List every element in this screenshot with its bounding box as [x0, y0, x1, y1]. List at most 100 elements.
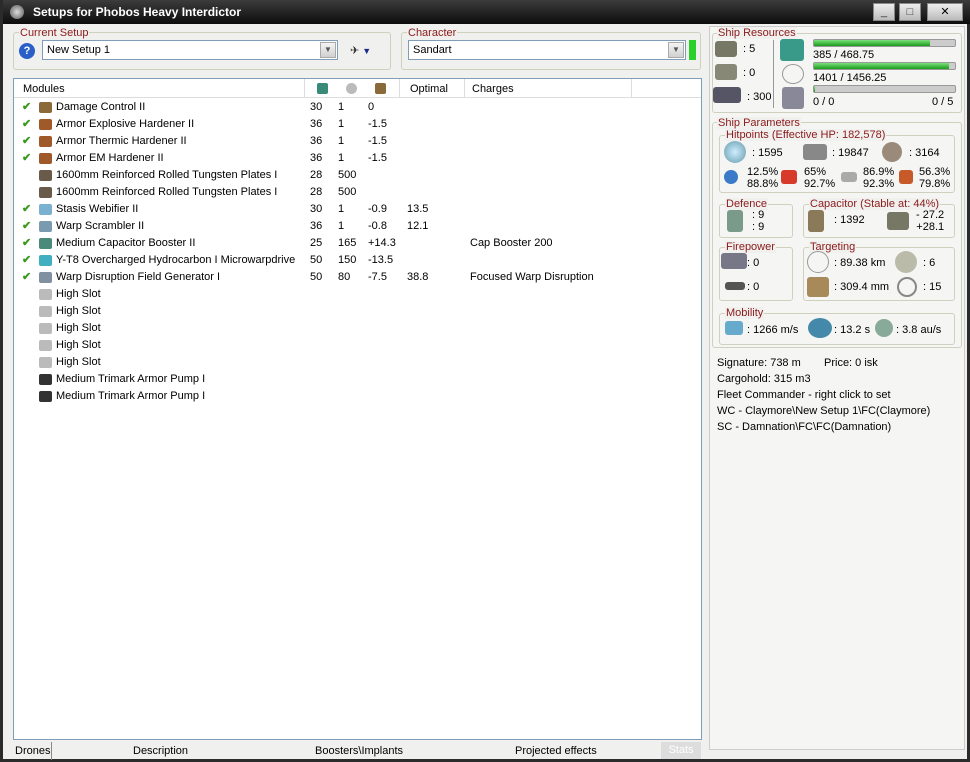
active-check-icon[interactable]: ✔ — [22, 269, 31, 286]
module-row[interactable]: High Slot — [14, 286, 701, 303]
module-icon — [39, 340, 52, 351]
module-icon — [39, 323, 52, 334]
active-check-icon[interactable]: ✔ — [22, 235, 31, 252]
missile-dps: : 0 — [747, 281, 760, 293]
powergrid-value: 1401 / 1456.25 — [813, 72, 887, 84]
module-row[interactable]: ✔ Medium Capacitor Booster II 25 165 +14.3 Ca… — [14, 235, 701, 252]
tab-description[interactable]: Description — [133, 745, 188, 757]
calibration-icon — [713, 87, 741, 103]
active-check-icon[interactable]: ✔ — [22, 116, 31, 133]
module-cpu: 36 — [310, 118, 323, 130]
module-row[interactable]: ✔ Damage Control II 30 1 0 — [14, 99, 701, 116]
module-row[interactable]: High Slot — [14, 320, 701, 337]
powergrid-column-icon[interactable] — [346, 83, 357, 94]
active-check-icon[interactable]: ✔ — [22, 201, 31, 218]
signature-radius: Signature: 738 m — [717, 357, 801, 369]
squad-commander[interactable]: SC - Damnation\FC\FC(Damnation) — [717, 421, 891, 433]
col-charges[interactable]: Charges — [472, 83, 514, 95]
module-row[interactable]: ✔ Armor Explosive Hardener II 36 1 -1.5 — [14, 116, 701, 133]
modules-list[interactable]: Modules Optimal Charges ✔ Damage Control … — [13, 78, 702, 740]
setup-select[interactable]: New Setup 1 ▼ — [42, 40, 338, 60]
module-cpu: 30 — [310, 203, 323, 215]
chevron-down-icon[interactable]: ▼ — [320, 42, 336, 58]
module-icon — [39, 119, 52, 130]
powergrid-icon — [782, 64, 804, 84]
module-row[interactable]: ✔ Stasis Webifier II 30 1 -0.9 13.5 — [14, 201, 701, 218]
velocity-icon — [725, 321, 743, 335]
module-name: Warp Disruption Field Generator I — [56, 271, 221, 283]
chevron-down-icon[interactable]: ▼ — [668, 42, 684, 58]
module-row[interactable]: ✔ Armor EM Hardener II 36 1 -1.5 — [14, 150, 701, 167]
active-check-icon[interactable]: ✔ — [22, 218, 31, 235]
fleet-commander[interactable]: Fleet Commander - right click to set — [717, 389, 891, 401]
tab-stats[interactable]: Stats — [661, 742, 701, 759]
help-icon[interactable]: ? — [19, 43, 35, 59]
module-row[interactable]: Medium Trimark Armor Pump I — [14, 371, 701, 388]
module-row[interactable]: 1600mm Reinforced Rolled Tungsten Plates… — [14, 167, 701, 184]
active-check-icon[interactable]: ✔ — [22, 150, 31, 167]
module-powergrid: 500 — [338, 186, 357, 198]
active-check-icon[interactable]: ✔ — [22, 252, 31, 269]
em-resists: 12.5% 88.8% — [747, 166, 779, 190]
module-row[interactable]: 1600mm Reinforced Rolled Tungsten Plates… — [14, 184, 701, 201]
module-row[interactable]: ✔ Warp Scrambler II 36 1 -0.8 12.1 — [14, 218, 701, 235]
turret-dps-icon — [721, 253, 747, 269]
cpu-column-icon[interactable] — [317, 83, 328, 94]
module-row[interactable]: Medium Trimark Armor Pump I — [14, 388, 701, 405]
module-row[interactable]: High Slot — [14, 303, 701, 320]
module-name: Medium Trimark Armor Pump I — [56, 373, 206, 385]
close-button[interactable]: ✕ — [927, 3, 963, 21]
sensor-strength-icon — [897, 277, 917, 297]
col-modules[interactable]: Modules — [23, 83, 65, 95]
wing-commander[interactable]: WC - Claymore\New Setup 1\FC(Claymore) — [717, 405, 930, 417]
defence-values: : 9: 9 — [752, 209, 765, 233]
module-capacitor: -1.5 — [368, 118, 387, 130]
module-name: High Slot — [56, 322, 101, 334]
module-cpu: 28 — [310, 169, 323, 181]
active-check-icon[interactable]: ✔ — [22, 99, 31, 116]
active-check-icon[interactable]: ✔ — [22, 133, 31, 150]
powergrid-bar — [813, 62, 956, 70]
align-time-icon — [808, 318, 832, 338]
module-row[interactable]: ✔ Warp Disruption Field Generator I 50 80 -7… — [14, 269, 701, 286]
module-capacitor: -1.5 — [368, 152, 387, 164]
module-optimal: 12.1 — [407, 220, 429, 232]
max-targets-icon — [895, 251, 917, 273]
explosive-resist-icon — [899, 170, 913, 184]
module-icon — [39, 306, 52, 317]
col-optimal[interactable]: Optimal — [410, 83, 448, 95]
character-select[interactable]: Sandart ▼ — [408, 40, 686, 60]
module-row[interactable]: ✔ Y-T8 Overcharged Hydrocarbon I Microwar… — [14, 252, 701, 269]
ship-menu-button[interactable]: ✈ ▼ — [350, 44, 371, 57]
module-cpu: 36 — [310, 220, 323, 232]
ship-parameters-label: Ship Parameters — [717, 117, 801, 129]
module-icon — [39, 204, 52, 215]
drones-count: 0 / 5 — [932, 96, 954, 108]
modules-header: Modules Optimal Charges — [14, 79, 701, 98]
minimize-button[interactable]: _ — [873, 3, 895, 21]
kinetic-resists: 86.9% 92.3% — [863, 166, 895, 190]
tab-drones[interactable]: Drones — [15, 745, 50, 757]
module-cpu: 36 — [310, 152, 323, 164]
module-row[interactable]: High Slot — [14, 337, 701, 354]
module-row[interactable]: ✔ Armor Thermic Hardener II 36 1 -1.5 — [14, 133, 701, 150]
thermal-resist-icon — [781, 170, 797, 184]
sensor-strength: : 15 — [923, 281, 942, 293]
module-name: 1600mm Reinforced Rolled Tungsten Plates… — [56, 169, 278, 181]
module-cpu: 50 — [310, 271, 323, 283]
capacitor-column-icon[interactable] — [375, 83, 386, 94]
mobility-label: Mobility — [725, 307, 765, 319]
align-time: : 13.2 s — [834, 324, 871, 336]
cpu-bar — [813, 39, 956, 47]
module-row[interactable]: High Slot — [14, 354, 701, 371]
maximize-button[interactable]: □ — [899, 3, 921, 21]
module-icon — [39, 170, 52, 181]
turret-slots: : 5 — [743, 43, 756, 55]
module-name: Armor EM Hardener II — [56, 152, 164, 164]
hull-hp: : 3164 — [909, 147, 940, 159]
capacitor-icon — [808, 210, 824, 232]
tab-boosters-implants[interactable]: Boosters\Implants — [315, 745, 403, 757]
hitpoints-label: Hitpoints (Effective HP: 182,578) — [725, 129, 887, 141]
tab-projected-effects[interactable]: Projected effects — [515, 745, 597, 757]
module-powergrid: 1 — [338, 118, 345, 130]
